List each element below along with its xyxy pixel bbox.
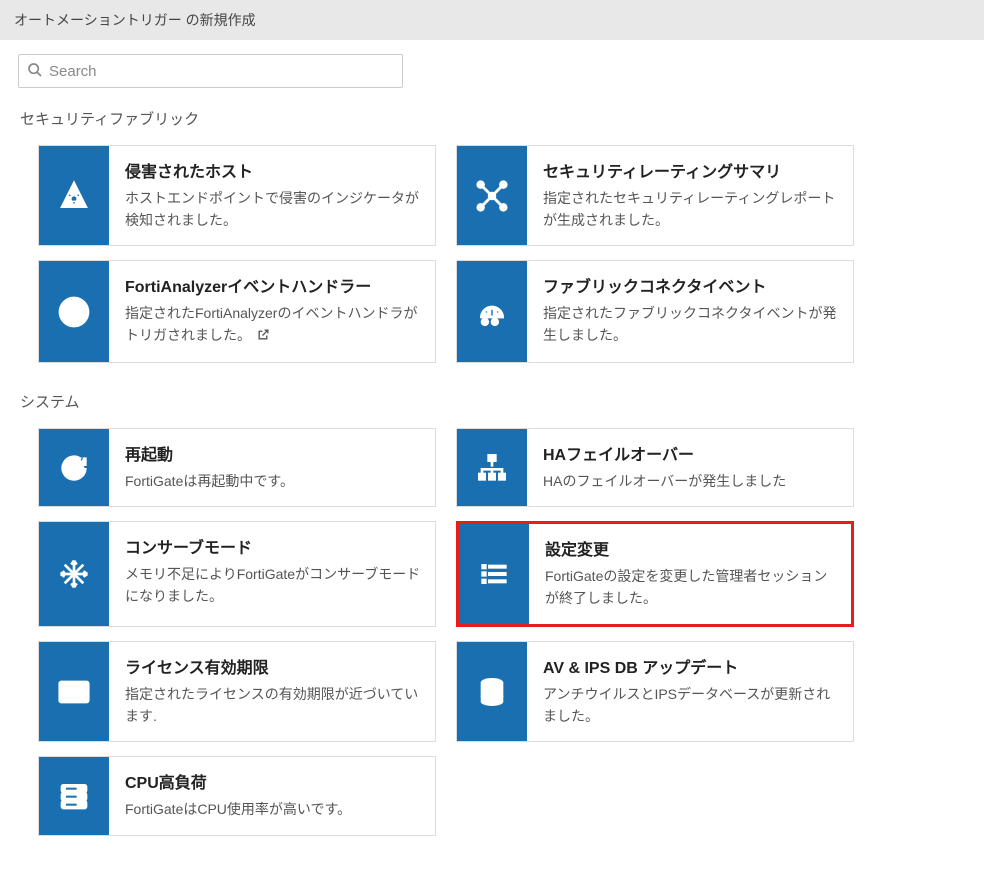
card-high-cpu[interactable]: CPU高負荷 FortiGateはCPU使用率が高いです。 [38, 756, 436, 836]
card-conserve-mode[interactable]: コンサーブモード メモリ不足によりFortiGateがコンサーブモードになりまし… [38, 521, 436, 626]
card-grid-security-fabric: 侵害されたホスト ホストエンドポイントで侵害のインジケータが検知されました。 セ… [38, 145, 966, 363]
card-title: 設定変更 [545, 536, 837, 560]
card-desc: 指定されたライセンスの有効期限が近づいています. [125, 684, 421, 727]
biohazard-icon [39, 146, 109, 245]
card-title: 再起動 [125, 441, 421, 465]
list-icon [459, 524, 529, 623]
card-license-expiry[interactable]: ライセンス有効期限 指定されたライセンスの有効期限が近づいています. [38, 641, 436, 742]
server-icon [39, 757, 109, 835]
card-desc: 指定されたFortiAnalyzerのイベントハンドラがトリガされました。 [125, 303, 421, 347]
card-desc: FortiGateは再起動中です。 [125, 471, 421, 493]
section-title-security-fabric: セキュリティファブリック [20, 108, 966, 129]
sitemap-icon [457, 429, 527, 507]
id-card-icon [39, 642, 109, 741]
card-desc: 指定されたセキュリティレーティングレポートが生成されました。 [543, 188, 839, 231]
card-title: AV & IPS DB アップデート [543, 654, 839, 678]
reload-icon [39, 429, 109, 507]
database-icon [457, 642, 527, 741]
card-desc: メモリ不足によりFortiGateがコンサーブモードになりました。 [125, 564, 421, 607]
card-title: セキュリティレーティングサマリ [543, 158, 839, 182]
card-desc: FortiGateの設定を変更した管理者セッションが終了しました。 [545, 566, 837, 609]
card-desc: アンチウイルスとIPSデータベースが更新されました。 [543, 684, 839, 727]
card-desc: 指定されたファブリックコネクタイベントが発生しました。 [543, 303, 839, 346]
card-title: FortiAnalyzerイベントハンドラー [125, 273, 421, 297]
external-link-icon [257, 326, 270, 348]
snowflake-icon [39, 522, 109, 625]
search-box[interactable] [18, 54, 403, 88]
card-compromised-host[interactable]: 侵害されたホスト ホストエンドポイントで侵害のインジケータが検知されました。 [38, 145, 436, 246]
card-desc: ホストエンドポイントで侵害のインジケータが検知されました。 [125, 188, 421, 231]
search-icon [27, 62, 43, 81]
section-title-system: システム [20, 391, 966, 412]
card-title: ファブリックコネクタイベント [543, 273, 839, 297]
card-title: ライセンス有効期限 [125, 654, 421, 678]
card-fabric-connector-event[interactable]: ファブリックコネクタイベント 指定されたファブリックコネクタイベントが発生しまし… [456, 260, 854, 362]
card-av-ips-db-update[interactable]: AV & IPS DB アップデート アンチウイルスとIPSデータベースが更新さ… [456, 641, 854, 742]
card-title: HAフェイルオーバー [543, 441, 839, 465]
gauge-icon [457, 261, 527, 361]
page-title: オートメーショントリガー の新規作成 [14, 12, 256, 28]
search-input[interactable] [49, 63, 394, 80]
card-security-rating-summary[interactable]: セキュリティレーティングサマリ 指定されたセキュリティレーティングレポートが生成… [456, 145, 854, 246]
card-fortianalyzer-event-handler[interactable]: FortiAnalyzerイベントハンドラー 指定されたFortiAnalyze… [38, 260, 436, 362]
page-header: オートメーショントリガー の新規作成 [0, 0, 984, 40]
card-grid-system: 再起動 FortiGateは再起動中です。 HAフェイルオーバー HAのフェイル… [38, 428, 966, 836]
card-title: CPU高負荷 [125, 769, 421, 793]
card-reboot[interactable]: 再起動 FortiGateは再起動中です。 [38, 428, 436, 508]
card-configuration-change[interactable]: 設定変更 FortiGateの設定を変更した管理者セッションが終了しました。 [456, 521, 854, 626]
card-title: 侵害されたホスト [125, 158, 421, 182]
network-sparkle-icon [457, 146, 527, 245]
card-title: コンサーブモード [125, 534, 421, 558]
card-desc: FortiGateはCPU使用率が高いです。 [125, 799, 421, 821]
main-content: セキュリティファブリック 侵害されたホスト ホストエンドポイントで侵害のインジケ… [0, 40, 984, 894]
card-desc: HAのフェイルオーバーが発生しました [543, 471, 839, 493]
pie-chart-icon [39, 261, 109, 361]
card-ha-failover[interactable]: HAフェイルオーバー HAのフェイルオーバーが発生しました [456, 428, 854, 508]
